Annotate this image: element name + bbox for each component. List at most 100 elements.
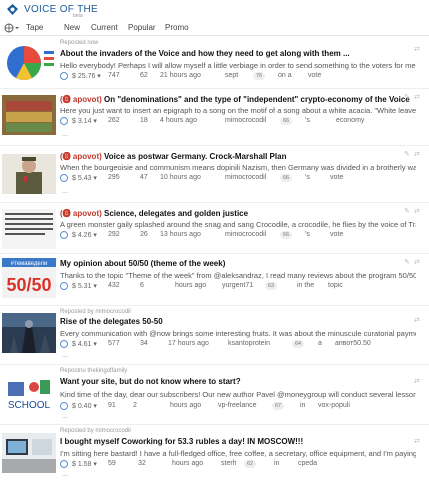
upvote-icon[interactable] (60, 72, 68, 80)
more-icon[interactable]: ... (62, 471, 68, 478)
category-tag[interactable]: topic (328, 282, 343, 289)
comment-count[interactable]: 34 (140, 340, 148, 347)
post-excerpt[interactable]: A green monster gaily splashed around th… (60, 220, 416, 229)
upvote-icon[interactable] (60, 117, 68, 125)
category-tag[interactable]: vote (330, 231, 343, 238)
post-title[interactable]: My opinion about 50/50 (theme of the wee… (60, 259, 416, 268)
author[interactable]: sept (225, 72, 238, 79)
upvote-icon[interactable] (60, 460, 68, 468)
post-time[interactable]: hours ago (172, 460, 203, 467)
author[interactable]: mimocrocodil (225, 117, 266, 124)
post-title[interactable]: (🅑 apovot) Science, delegates and golden… (60, 208, 416, 219)
author[interactable]: mimocrocodil (225, 174, 266, 181)
vote-count[interactable]: 432 (108, 282, 120, 289)
vote-count[interactable]: 292 (108, 231, 120, 238)
comment-count[interactable]: 47 (140, 174, 148, 181)
payout[interactable]: $ 5.31 ▾ (72, 282, 97, 290)
tab-tape[interactable]: Tape (26, 23, 43, 32)
repost-icon[interactable]: ⇄ (414, 150, 420, 158)
post-time[interactable]: 10 hours ago (160, 174, 201, 181)
upvote-icon[interactable] (60, 231, 68, 239)
more-icon[interactable]: ... (62, 188, 68, 195)
post-item[interactable]: (🅑 apovot) On "denominations" and the ty… (0, 89, 429, 146)
payout[interactable]: $ 4.61 ▾ (72, 340, 97, 348)
post-title[interactable]: Rise of the delegates 50-50 (60, 317, 416, 326)
edit-icon[interactable]: ✎ (404, 258, 410, 266)
edit-icon[interactable]: ✎ (404, 150, 410, 158)
comment-count[interactable]: 32 (138, 460, 146, 467)
post-excerpt[interactable]: Thanks to the topic "Theme of the week" … (60, 271, 416, 280)
tab-new[interactable]: New (64, 23, 80, 32)
vote-count[interactable]: 262 (108, 117, 120, 124)
category-tag[interactable]: vote (308, 72, 321, 79)
payout[interactable]: $ 3.14 ▾ (72, 117, 97, 125)
comment-count[interactable]: 2 (133, 402, 137, 409)
post-time[interactable]: 17 hours ago (168, 340, 209, 347)
globe-dropdown-icon[interactable] (4, 22, 19, 34)
vote-count[interactable]: 59 (108, 460, 116, 467)
comment-count[interactable]: 6 (140, 282, 144, 289)
post-time[interactable]: hours ago (170, 402, 201, 409)
repost-icon[interactable]: ⇄ (414, 377, 420, 385)
repost-icon[interactable]: ⇄ (414, 207, 420, 215)
logo-icon[interactable] (6, 3, 19, 16)
upvote-icon[interactable] (60, 340, 68, 348)
post-item[interactable]: Reposted by mimocrocodil Rise of the del… (0, 306, 429, 365)
more-icon[interactable]: ... (62, 131, 68, 138)
author[interactable]: sterh (221, 460, 237, 467)
payout[interactable]: $ 0.40 ▾ (72, 402, 97, 410)
post-excerpt[interactable]: Here you just want to insert an epigraph… (60, 106, 416, 115)
author[interactable]: vp-freelance (218, 402, 257, 409)
comment-count[interactable]: 26 (140, 231, 148, 238)
post-time[interactable]: 13 hours ago (160, 231, 201, 238)
upvote-tag[interactable]: (🅑 apovot) (60, 152, 102, 161)
post-title[interactable]: I bought myself Coworking for 53.3 ruble… (60, 437, 416, 446)
vote-count[interactable]: 91 (108, 402, 116, 409)
post-title[interactable]: (🅑 apovot) On "denominations" and the ty… (60, 94, 416, 105)
tab-current[interactable]: Current (91, 23, 118, 32)
category-tag[interactable]: economy (336, 117, 364, 124)
vote-count[interactable]: 747 (108, 72, 120, 79)
upvote-icon[interactable] (60, 282, 68, 290)
vote-count[interactable]: 295 (108, 174, 120, 181)
repost-icon[interactable]: ⇄ (414, 437, 420, 445)
repost-icon[interactable]: ⇄ (414, 45, 420, 53)
post-title[interactable]: Want your site, but do not know where to… (60, 377, 416, 386)
post-excerpt[interactable]: I'm sitting here bastard! I have a full-… (60, 449, 416, 458)
post-title[interactable]: About the invaders of the Voice and how … (60, 49, 416, 58)
post-title[interactable]: (🅑 apovot) Voice as postwar Germany. Cro… (60, 151, 416, 162)
post-time[interactable]: 4 hours ago (160, 117, 197, 124)
category-tag[interactable]: cpeda (298, 460, 317, 467)
post-time[interactable]: hours ago (175, 282, 206, 289)
post-thumbnail[interactable]: #темаведели 50/50 (2, 258, 56, 298)
payout[interactable]: $ 25.76 ▾ (72, 72, 101, 80)
post-thumbnail[interactable]: SCHOOL (2, 374, 56, 414)
post-excerpt[interactable]: When the bourgeoisie and communism means… (60, 163, 416, 172)
post-time[interactable]: 21 hours ago (160, 72, 201, 79)
category-tag[interactable]: vote (330, 174, 343, 181)
payout[interactable]: $ 1.58 ▾ (72, 460, 97, 468)
more-icon[interactable]: ... (62, 413, 68, 420)
repost-icon[interactable]: ⇄ (414, 258, 420, 266)
post-excerpt[interactable]: Every communication with @now brings som… (60, 329, 416, 338)
upvote-icon[interactable] (60, 174, 68, 182)
post-excerpt[interactable]: Kind time of the day, dear our subscribe… (60, 390, 416, 399)
post-thumbnail[interactable] (2, 313, 56, 353)
author[interactable]: ksantoprotein (228, 340, 270, 347)
edit-icon[interactable]: ✎ (404, 93, 410, 101)
repost-icon[interactable]: ⇄ (414, 316, 420, 324)
author[interactable]: mimocrocodil (225, 231, 266, 238)
upvote-icon[interactable] (60, 402, 68, 410)
tab-promo[interactable]: Promo (165, 23, 189, 32)
post-item[interactable]: (🅑 apovot) Science, delegates and golden… (0, 203, 429, 254)
repost-icon[interactable]: ⇄ (414, 93, 420, 101)
post-excerpt[interactable]: Hello everybody! Perhaps I will allow my… (60, 61, 416, 70)
payout[interactable]: $ 4.26 ▾ (72, 231, 97, 239)
post-thumbnail[interactable] (2, 209, 56, 249)
post-thumbnail[interactable] (2, 154, 56, 194)
author[interactable]: yurgent71 (222, 282, 253, 289)
post-item[interactable]: (🅑 apovot) Voice as postwar Germany. Cro… (0, 146, 429, 203)
category-tag[interactable]: апвот50.50 (335, 340, 371, 347)
post-thumbnail[interactable] (2, 43, 56, 83)
post-item[interactable]: Reposted by mimocrocodil I bought myself… (0, 425, 429, 480)
